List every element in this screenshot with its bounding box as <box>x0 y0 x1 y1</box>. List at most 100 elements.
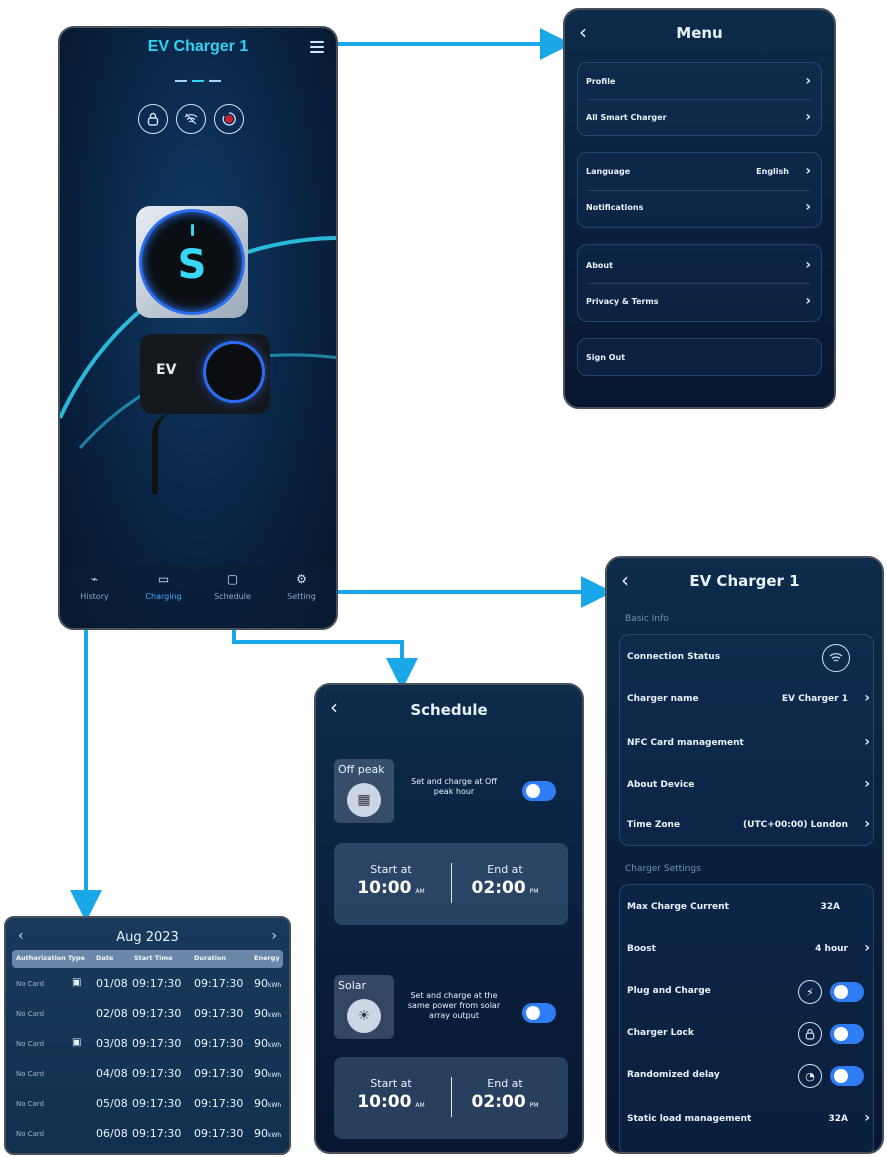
cell-date: 01/08 <box>96 977 128 990</box>
chevron-right-icon: › <box>864 690 870 706</box>
menu-item-label: All Smart Charger <box>586 113 667 122</box>
start-ampm: AM <box>415 888 425 895</box>
timer-icon: ◔ <box>798 1064 822 1088</box>
off-peak-tile[interactable]: Off peak ▦ <box>334 759 394 823</box>
start-ampm: AM <box>415 1102 425 1109</box>
static-load-value: 32A <box>828 1114 849 1124</box>
time-zone-row[interactable]: Time Zone (UTC+00:00) London › <box>627 816 870 838</box>
table-row[interactable]: No Card 02/08 09:17:30 09:17:30 90kWh <box>12 1004 283 1024</box>
cell-date: 05/08 <box>96 1097 128 1110</box>
table-row[interactable]: No Card 06/08 09:17:30 09:17:30 90kWh <box>12 1124 283 1144</box>
nfc-card-row[interactable]: NFC Card management › <box>627 734 870 756</box>
bottom-nav: ⌁ History ▭ Charging ▢ Schedule ⚙ Settin… <box>60 566 336 628</box>
calendar-icon: ▣ <box>72 1037 82 1048</box>
end-time: 02:00 <box>471 878 526 898</box>
nav-setting-label: Setting <box>287 592 316 601</box>
setting-label: Charger name <box>627 694 699 704</box>
chevron-right-icon: › <box>805 257 811 273</box>
nav-charging[interactable]: ▭ Charging <box>134 572 194 601</box>
charger-title: EV Charger 1 <box>147 38 249 55</box>
about-device-row[interactable]: About Device › <box>627 776 870 798</box>
schedule-screen: ‹ Schedule Off peak ▦ Set and charge at … <box>314 683 584 1154</box>
table-row[interactable]: No Card ▣ 01/08 09:17:30 09:17:30 90kWh <box>12 974 283 994</box>
table-row[interactable]: No Card 04/08 09:17:30 09:17:30 90kWh <box>12 1064 283 1084</box>
solar-description: Set and charge at the same power from so… <box>407 991 501 1020</box>
nav-history[interactable]: ⌁ History <box>65 572 125 601</box>
language-value: English <box>756 167 789 176</box>
col-energy: Energy <box>254 954 280 962</box>
col-start-time: Start Time <box>134 954 173 962</box>
max-current-value: 32A <box>820 902 841 912</box>
charger-name-row[interactable]: Charger name EV Charger 1 › <box>627 690 870 712</box>
menu-item-all-smart-charger[interactable]: All Smart Charger › <box>586 109 821 125</box>
chevron-right-icon: › <box>805 73 811 89</box>
menu-item-profile[interactable]: Profile › <box>586 73 821 89</box>
lock-icon <box>798 1022 822 1046</box>
randomized-delay-toggle[interactable] <box>830 1066 864 1086</box>
wifi-icon <box>822 644 850 672</box>
chevron-right-icon: › <box>805 163 811 179</box>
cell-authorization: No Card <box>16 1100 45 1108</box>
menu-item-label: About <box>586 261 613 270</box>
plug-status-icon[interactable] <box>214 104 244 134</box>
table-row[interactable]: No Card ▣ 03/08 09:17:30 09:17:30 90kWh <box>12 1034 283 1054</box>
end-ampm: PM <box>529 1102 539 1109</box>
solar-time-box[interactable]: Start at 10:00 AM End at 02:00 PM <box>334 1057 568 1139</box>
solar-toggle[interactable] <box>522 1003 556 1023</box>
chevron-right-icon: › <box>864 816 870 832</box>
charger-lock-toggle[interactable] <box>830 1024 864 1044</box>
off-peak-description: Set and charge at Off peak hour <box>411 777 497 796</box>
next-month-icon[interactable]: › <box>271 928 277 944</box>
menu-item-language[interactable]: Language English › <box>586 163 821 179</box>
col-type: Type <box>68 954 85 962</box>
bolt-icon: ⚡ <box>798 980 822 1004</box>
solar-tile[interactable]: Solar ☀ <box>334 975 394 1039</box>
cell-energy: 90kWh <box>254 1007 282 1020</box>
static-load-row[interactable]: Static load management 32A › <box>627 1110 870 1132</box>
plug-and-charge-row: Plug and Charge ⚡ <box>627 980 870 1004</box>
cell-start-time: 09:17:30 <box>132 1037 182 1050</box>
nav-schedule[interactable]: ▢ Schedule <box>203 572 263 601</box>
setting-label: Time Zone <box>627 820 681 830</box>
cell-duration: 09:17:30 <box>194 1097 244 1110</box>
plug-and-charge-toggle[interactable] <box>830 982 864 1002</box>
col-authorization: Authorization <box>16 954 66 962</box>
end-ampm: PM <box>529 888 539 895</box>
off-peak-time-box[interactable]: Start at 10:00 AM End at 02:00 PM <box>334 843 568 925</box>
menu-item-notifications[interactable]: Notifications › <box>586 199 821 215</box>
nav-setting[interactable]: ⚙ Setting <box>272 572 332 601</box>
menu-item-label: Notifications <box>586 203 644 212</box>
charger-lock-row: Charger Lock <box>627 1022 870 1046</box>
charger-cable <box>152 414 174 494</box>
setting-label: Max Charge Current <box>627 902 729 912</box>
setting-label: Static load management <box>627 1114 752 1124</box>
cell-duration: 09:17:30 <box>194 1067 244 1080</box>
cell-date: 04/08 <box>96 1067 128 1080</box>
setting-label: Randomized delay <box>627 1070 720 1080</box>
wifi-off-icon[interactable] <box>176 104 206 134</box>
menu-item-about[interactable]: About › <box>586 257 821 273</box>
history-table-header: Authorization Type Date Start Time Durat… <box>12 950 283 968</box>
table-row[interactable]: No Card 05/08 09:17:30 09:17:30 90kWh <box>12 1094 283 1114</box>
boost-row[interactable]: Boost 4 hour › <box>627 940 870 962</box>
boost-value: 4 hour <box>815 944 848 954</box>
lock-icon[interactable] <box>138 104 168 134</box>
main-screen: EV Charger 1 S EV ⌁ History ▭ Charging ▢… <box>58 26 338 630</box>
menu-screen: ‹ Menu Profile › All Smart Charger › Lan… <box>563 8 836 409</box>
menu-item-label: Privacy & Terms <box>586 297 659 306</box>
charger-settings-heading: Charger Settings <box>625 864 701 874</box>
menu-item-sign-out[interactable]: Sign Out <box>586 353 821 362</box>
col-duration: Duration <box>194 954 227 962</box>
menu-icon[interactable] <box>310 41 324 53</box>
cell-authorization: No Card <box>16 1070 45 1078</box>
max-charge-current-row[interactable]: Max Charge Current 32A <box>627 902 870 920</box>
history-month: Aug 2023 <box>116 930 179 945</box>
setting-label: Charger Lock <box>627 1028 694 1038</box>
nav-schedule-label: Schedule <box>214 592 251 601</box>
end-label: End at <box>487 863 523 876</box>
off-peak-toggle[interactable] <box>522 781 556 801</box>
menu-item-privacy[interactable]: Privacy & Terms › <box>586 293 821 309</box>
start-time: 10:00 <box>357 878 412 898</box>
chevron-right-icon: › <box>864 1110 870 1126</box>
chevron-right-icon: › <box>805 109 811 125</box>
